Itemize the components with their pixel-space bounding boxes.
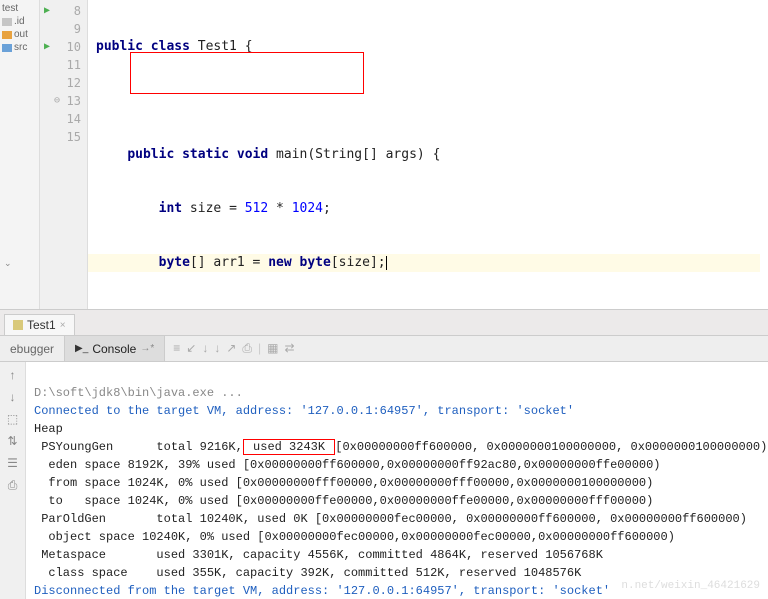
close-icon[interactable]: × (60, 320, 66, 331)
line-number: 9 (74, 22, 81, 36)
number: 1024 (292, 201, 323, 216)
console-line: Disconnected from the target VM, address… (34, 584, 610, 598)
sidebar-label: src (14, 42, 27, 53)
project-root[interactable]: test (2, 2, 37, 15)
number: 512 (245, 201, 268, 216)
run-line-icon[interactable]: ▶ (44, 38, 50, 56)
console-line: class space used 355K, capacity 392K, co… (34, 566, 581, 580)
caret (386, 256, 387, 270)
line-number: 14 (67, 112, 81, 126)
code-text: [] arr1 = (190, 255, 268, 270)
console-gutter: ↑ ↓ ⬚ ⇅ ☰ ⎙ (0, 362, 26, 599)
console-line: to space 1024K, 0% used [0x00000000ffe00… (34, 494, 653, 508)
code-text: main(String[] args) { (268, 147, 440, 162)
console-action-icon[interactable]: ↑ (10, 368, 16, 382)
keyword: new byte (268, 255, 331, 270)
console-line: PSYoungGen total 9216K, (34, 440, 243, 454)
code-text: [size]; (331, 255, 386, 270)
highlighted-text: used 3243K (243, 439, 335, 455)
console-line: object space 10240K, 0% used [0x00000000… (34, 530, 675, 544)
code-text: ; (323, 201, 331, 216)
console-line: Metaspace used 3301K, capacity 4556K, co… (34, 548, 603, 562)
console-icon: ▶_ (75, 343, 88, 354)
sidebar-chevron[interactable]: ⌄ (4, 258, 12, 269)
console-line: ParOldGen total 10240K, used 0K [0x00000… (34, 512, 747, 526)
console-line: [0x00000000ff600000, 0x0000000100000000,… (335, 440, 767, 454)
tab-icon (13, 320, 23, 330)
folder-icon (2, 44, 12, 52)
console-action-icon[interactable]: ⎙ (8, 478, 18, 493)
keyword: int (159, 201, 182, 216)
sidebar-label: out (14, 29, 28, 40)
line-number: 15 (67, 130, 81, 144)
console-action-icon[interactable]: ⬚ (7, 412, 18, 426)
console-action-icon[interactable]: ↓ (10, 390, 16, 404)
debugger-tab-label: ebugger (10, 342, 54, 356)
line-gutter[interactable]: ▶ 8 9 ▶ 10 11 12 ⊖ 13 14 15 (40, 0, 88, 309)
code-editor[interactable]: public class Test1 { public static void … (88, 0, 768, 309)
keyword: byte (159, 255, 190, 270)
sidebar-folder-out[interactable]: out (2, 28, 37, 41)
keyword: public static void (127, 147, 268, 162)
code-text: * (268, 201, 291, 216)
keyword: public class (96, 39, 190, 54)
project-root-label: test (2, 3, 18, 14)
fold-icon[interactable]: ⊖ (54, 92, 60, 110)
line-number: 12 (67, 76, 81, 90)
watermark: n.net/weixin_46421629 (621, 577, 760, 595)
folder-icon (2, 31, 12, 39)
folder-icon (2, 18, 12, 26)
debug-tab-bar: Test1 × (0, 310, 768, 336)
console-line: D:\soft\jdk8\bin\java.exe ... (34, 386, 243, 400)
line-number: 13 (67, 94, 81, 108)
line-number: 10 (67, 40, 81, 54)
line-number: 11 (67, 58, 81, 72)
code-text: Test1 { (190, 39, 253, 54)
console-action-icon[interactable]: ⇅ (7, 434, 17, 448)
line-number: 8 (74, 4, 81, 18)
highlight-box (130, 52, 364, 94)
debug-tab[interactable]: Test1 × (4, 314, 75, 335)
run-line-icon[interactable]: ▶ (44, 2, 50, 20)
project-sidebar[interactable]: test .id out src ⌄ (0, 0, 40, 309)
sidebar-label: .id (14, 16, 25, 27)
console-action-icon[interactable]: ☰ (7, 456, 18, 470)
console-line: Connected to the target VM, address: '12… (34, 404, 574, 418)
sidebar-folder-src[interactable]: src (2, 41, 37, 54)
code-text: size = (182, 201, 245, 216)
chevron-down-icon: ⌄ (4, 258, 12, 268)
debugger-tab[interactable]: ebugger (0, 336, 65, 361)
console-line: from space 1024K, 0% used [0x00000000fff… (34, 476, 653, 490)
console-line: Heap (34, 422, 63, 436)
console-output[interactable]: D:\soft\jdk8\bin\java.exe ... Connected … (26, 362, 768, 599)
sidebar-folder-idea[interactable]: .id (2, 15, 37, 28)
debug-tab-label: Test1 (27, 318, 56, 332)
console-line: eden space 8192K, 39% used [0x00000000ff… (34, 458, 661, 472)
